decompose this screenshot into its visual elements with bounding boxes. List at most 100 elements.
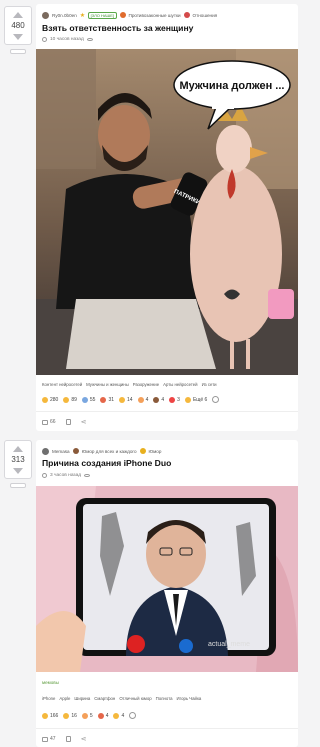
- reaction[interactable]: 16: [63, 712, 77, 719]
- avatar[interactable]: [42, 11, 49, 19]
- divider: [36, 728, 298, 729]
- post-card: Memasa Юмор для всех и каждого Юмор Прич…: [36, 440, 298, 747]
- reaction[interactable]: 4: [137, 396, 148, 403]
- share-button[interactable]: ⋖: [81, 735, 87, 743]
- post-title[interactable]: Причина создания iPhone Duo: [42, 458, 171, 468]
- community-icon: [119, 12, 126, 18]
- reaction[interactable]: 4: [113, 712, 124, 719]
- more-reactions[interactable]: Ещё 6: [184, 396, 208, 403]
- reactions-bar: 166 16 5 4 4: [42, 712, 137, 719]
- community-link[interactable]: Юмор для всех и каждого: [82, 449, 137, 454]
- tag[interactable]: Мужчины и женщины: [86, 382, 129, 387]
- reaction[interactable]: 166: [42, 712, 58, 719]
- add-reaction-icon[interactable]: [212, 396, 220, 403]
- tag[interactable]: Apple: [59, 696, 70, 701]
- post-meta: Memasa Юмор для всех и каждого Юмор: [42, 446, 161, 456]
- star-icon: ★: [79, 12, 86, 19]
- tag[interactable]: Разоружение: [133, 382, 159, 387]
- tag-list: iPhone Apple Ширина Смартфон Отличный юм…: [42, 696, 201, 701]
- post-time: 3 часов назад: [42, 473, 91, 478]
- eye-icon: [84, 473, 91, 478]
- more-reactions-label: Ещё 6: [192, 396, 208, 403]
- community-link[interactable]: Противозаконные шутки: [129, 13, 181, 18]
- post-card: Ry0n.0b0en ★ [ЗЛО НАШЕ] Противозаконные …: [36, 4, 298, 431]
- vote-panel: 480: [4, 6, 32, 54]
- heart-icon: [169, 396, 176, 403]
- save-toggle[interactable]: [10, 483, 26, 488]
- community-link-2[interactable]: Юмор: [149, 449, 162, 454]
- post-time-text: 3 часов назад: [50, 473, 82, 478]
- tag[interactable]: Из сети: [202, 382, 217, 387]
- reaction-count: 4: [161, 396, 165, 403]
- like-icon: [113, 712, 120, 719]
- post-actions: 47 ⋖: [42, 735, 86, 743]
- vote-box: 480: [4, 6, 32, 45]
- reaction[interactable]: 5: [81, 712, 93, 719]
- comments-count: 47: [50, 736, 56, 742]
- reaction[interactable]: 4: [97, 712, 108, 719]
- grin-icon: [63, 396, 70, 403]
- tag[interactable]: Смартфон: [94, 696, 115, 701]
- avatar[interactable]: [42, 447, 49, 455]
- tag[interactable]: Контент нейросетей: [42, 382, 82, 387]
- comments-button[interactable]: 66: [42, 419, 56, 425]
- tag[interactable]: iPhone: [42, 696, 55, 701]
- comments-count: 66: [50, 419, 56, 425]
- share-button[interactable]: ⋖: [81, 418, 87, 426]
- divider: [36, 411, 298, 412]
- angry-icon: [100, 396, 107, 403]
- reaction[interactable]: 55: [81, 396, 96, 403]
- reaction[interactable]: 280: [42, 396, 58, 403]
- save-toggle[interactable]: [10, 49, 26, 54]
- reaction-count: 89: [71, 396, 77, 403]
- vote-panel: 313: [4, 440, 32, 488]
- reaction-count: 31: [108, 396, 115, 403]
- comments-button[interactable]: 47: [42, 736, 56, 742]
- comment-icon: [42, 419, 48, 425]
- author-name[interactable]: Ry0n.0b0en: [52, 13, 77, 18]
- image-caption: Мужчина должен ...: [180, 80, 285, 92]
- upvote-icon[interactable]: [13, 12, 23, 18]
- community-icon-2: [139, 448, 146, 454]
- more-reactions-icon: [184, 396, 191, 403]
- reaction[interactable]: 3: [169, 396, 180, 403]
- post-image[interactable]: actual_meme: [36, 486, 298, 672]
- post-time-text: 10 часов назад: [50, 37, 84, 42]
- share-icon: ⋖: [80, 419, 87, 426]
- tag[interactable]: Полнота: [156, 696, 173, 701]
- reaction-count: 14: [127, 396, 133, 403]
- community-icon-2: [183, 12, 190, 18]
- reaction[interactable]: 4: [153, 396, 164, 403]
- community-link-2[interactable]: Отношения: [193, 13, 218, 18]
- tag[interactable]: Игорь Чайка: [177, 696, 202, 701]
- clock-icon: [42, 473, 47, 478]
- reaction-count: 166: [50, 712, 59, 719]
- upvote-icon[interactable]: [13, 446, 23, 452]
- reaction-count: 3: [177, 396, 180, 403]
- tag[interactable]: Ширина: [74, 696, 90, 701]
- community-label[interactable]: мемовы: [42, 680, 59, 685]
- add-reaction-icon[interactable]: [129, 712, 137, 719]
- post-title[interactable]: Взять ответственность за женщину: [42, 23, 193, 33]
- tag[interactable]: Отличный юмор: [119, 696, 151, 701]
- reaction[interactable]: 89: [63, 396, 77, 403]
- reaction[interactable]: 31: [100, 396, 114, 403]
- cold-icon: [81, 396, 88, 403]
- laugh-icon: [42, 712, 48, 719]
- comment-icon: [42, 736, 48, 742]
- image-watermark: actual_meme: [208, 641, 250, 648]
- reaction-count: 280: [50, 396, 59, 403]
- reaction-count: 5: [89, 712, 93, 719]
- tag[interactable]: Арты нейросетей: [163, 382, 197, 387]
- post-actions: 66 ⋖: [42, 418, 86, 426]
- downvote-icon[interactable]: [13, 468, 23, 474]
- save-button[interactable]: [65, 419, 71, 425]
- downvote-icon[interactable]: [13, 34, 23, 40]
- author-name[interactable]: Memasa: [52, 449, 70, 454]
- tag-list: Контент нейросетей Мужчины и женщины Раз…: [42, 382, 217, 387]
- reaction-count: 55: [89, 396, 96, 403]
- reaction[interactable]: 14: [119, 396, 133, 403]
- save-button[interactable]: [65, 736, 71, 742]
- post-score: 480: [11, 21, 25, 30]
- post-image[interactable]: ПАТРИКИ ТВ Мужчина должен ...: [36, 49, 298, 375]
